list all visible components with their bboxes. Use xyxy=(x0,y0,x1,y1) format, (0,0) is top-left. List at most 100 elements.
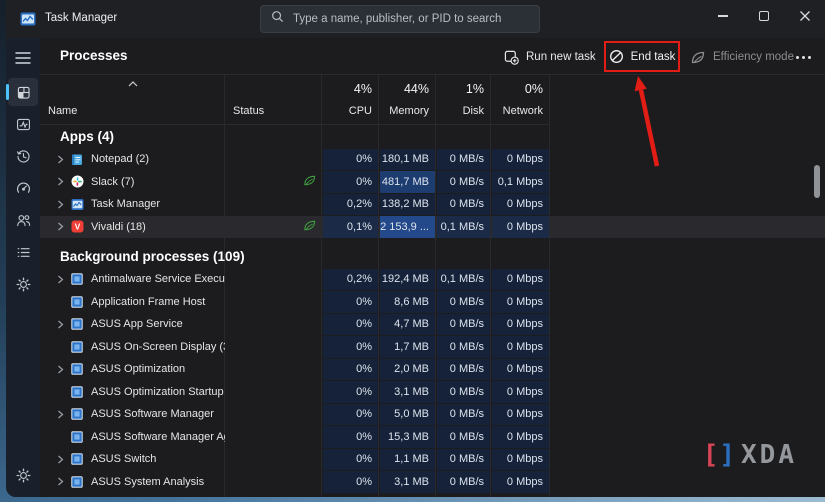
cpu-value: 0% xyxy=(323,448,378,470)
sidebar-item-app-history[interactable] xyxy=(8,142,38,170)
expand-chevron-icon[interactable] xyxy=(54,155,66,164)
scrollbar-thumb[interactable] xyxy=(814,165,820,198)
process-name: ASUS Software Manager Agent xyxy=(91,430,225,443)
sidebar-item-performance[interactable] xyxy=(8,110,38,138)
expand-chevron-icon[interactable] xyxy=(54,177,66,186)
network-value: 0 Mbps xyxy=(492,216,549,238)
process-status-cell xyxy=(225,148,322,171)
search-input[interactable] xyxy=(293,13,529,25)
xda-watermark: [ ] XDA xyxy=(703,440,797,470)
process-icon xyxy=(71,453,84,466)
new-task-icon xyxy=(504,50,519,65)
cpu-value: 0% xyxy=(323,148,378,170)
memory-value: 3,1 MB xyxy=(380,381,435,403)
process-row[interactable]: V Vivaldi (18) 0,1% 2 153,9 ... 0,1 MB/s 0 Mb… xyxy=(40,215,825,238)
process-name-cell: Slack (7) xyxy=(40,171,225,194)
efficiency-leaf-icon xyxy=(303,174,316,189)
more-options-button[interactable] xyxy=(792,47,815,67)
task-manager-icon xyxy=(71,198,84,211)
expand-chevron-icon[interactable] xyxy=(54,200,66,209)
memory-value: 4,7 MB xyxy=(380,313,435,335)
process-name: ASUS Switch xyxy=(91,453,157,466)
close-button[interactable] xyxy=(784,0,825,32)
process-row[interactable]: ASUS Optimization Startup Task0%3,1 MB0 … xyxy=(40,381,825,404)
column-header-cpu[interactable]: 4% CPU xyxy=(322,75,379,124)
row-filler xyxy=(550,171,825,194)
search-box[interactable] xyxy=(260,5,540,33)
end-task-button[interactable]: End task xyxy=(604,41,680,72)
expand-chevron-icon[interactable] xyxy=(54,320,66,329)
process-row[interactable]: Slack (7) 0% 481,7 MB 0 MB/s 0,1 Mbps xyxy=(40,171,825,194)
column-header-status[interactable]: Status xyxy=(225,75,322,124)
disk-value: 0 MB/s xyxy=(437,336,490,358)
process-row[interactable]: ASUS System Analysis 0% 3,1 MB 0 MB/s 0 Mbps xyxy=(40,471,825,494)
expand-chevron-icon[interactable] xyxy=(54,410,66,419)
maximize-button[interactable] xyxy=(743,0,784,32)
disk-value: 0,1 MB/s xyxy=(437,216,490,238)
disk-value: 0 MB/s xyxy=(437,291,490,313)
process-icon xyxy=(71,363,84,376)
cpu-value: 0,2% xyxy=(323,193,378,215)
disk-value: 0 MB/s xyxy=(437,171,490,193)
expand-chevron-icon[interactable] xyxy=(54,365,66,374)
disk-value: 0 MB/s xyxy=(437,426,490,448)
process-name: Task Manager xyxy=(91,198,161,211)
group-header[interactable]: Apps (4) xyxy=(40,125,825,148)
disk-value: 0 MB/s xyxy=(437,358,490,380)
run-new-task-button[interactable]: Run new task xyxy=(504,47,596,67)
notepad-icon xyxy=(71,153,84,166)
column-header-memory[interactable]: 44% Memory xyxy=(379,75,436,124)
column-header-disk[interactable]: 1% Disk xyxy=(436,75,491,124)
navigation-menu-button[interactable] xyxy=(8,46,38,70)
process-row[interactable]: ASUS On-Screen Display (32 b...0%1,7 MB0… xyxy=(40,336,825,359)
process-name: ASUS Software Manager xyxy=(91,408,214,421)
group-title: Apps (4) xyxy=(60,129,114,144)
process-icon xyxy=(71,475,84,488)
network-value: 0 Mbps xyxy=(492,448,549,470)
group-title: Background processes (109) xyxy=(60,248,245,264)
sort-ascending-icon xyxy=(128,78,138,90)
sidebar-item-settings[interactable] xyxy=(8,461,38,489)
svg-text:V: V xyxy=(75,222,81,232)
process-row[interactable]: Antimalware Service Executable 0,2%192,4 … xyxy=(40,268,825,291)
process-row[interactable]: ASUS Optimization 0% 2,0 MB 0 MB/s 0 Mbps xyxy=(40,358,825,381)
sidebar-item-processes[interactable] xyxy=(6,78,38,106)
network-total-usage: 0% xyxy=(524,82,543,96)
sidebar-item-users[interactable] xyxy=(8,206,38,234)
process-row[interactable]: Task Manager 0,2% 138,2 MB 0 MB/s 0 Mbps xyxy=(40,193,825,216)
sidebar-item-startup-apps[interactable] xyxy=(8,174,38,202)
process-row[interactable]: Application Frame Host 0% 8,6 MB 0 MB/s 0 Mb… xyxy=(40,291,825,314)
row-filler xyxy=(550,358,825,381)
row-filler xyxy=(550,268,825,291)
expand-chevron-icon[interactable] xyxy=(54,455,66,464)
end-task-icon xyxy=(609,50,623,63)
minimize-button[interactable] xyxy=(702,0,743,32)
network-value: 0 Mbps xyxy=(492,426,549,448)
efficiency-mode-button[interactable]: Efficiency mode xyxy=(690,47,794,67)
disk-value: 0,1 MB/s xyxy=(437,268,490,290)
network-value: 0 Mbps xyxy=(492,313,549,335)
column-header-name[interactable]: Name xyxy=(40,75,225,124)
task-manager-window: Task Manager Type a name, publisher, or … xyxy=(6,0,825,497)
sidebar-item-details[interactable] xyxy=(8,238,38,266)
group-header[interactable]: Background processes (109) xyxy=(40,244,825,268)
cpu-value: 0% xyxy=(323,291,378,313)
process-row[interactable]: ASUS Software Manager 0% 5,0 MB 0 MB/s 0 Mbp… xyxy=(40,403,825,426)
process-status-cell xyxy=(225,471,322,494)
expand-chevron-icon[interactable] xyxy=(54,275,66,284)
memory-value: 2 153,9 ... xyxy=(380,216,435,238)
expand-chevron-icon[interactable] xyxy=(54,222,66,231)
row-filler xyxy=(550,148,825,171)
process-row[interactable]: Notepad (2) 0% 180,1 MB 0 MB/s 0 Mbps xyxy=(40,148,825,171)
network-value: 0 Mbps xyxy=(492,358,549,380)
process-status-cell xyxy=(225,193,322,216)
process-row[interactable]: ASUS App Service 0% 4,7 MB 0 MB/s 0 Mbps xyxy=(40,313,825,336)
expand-chevron-icon[interactable] xyxy=(54,477,66,486)
end-task-label: End task xyxy=(630,50,676,63)
sidebar xyxy=(6,38,40,497)
column-header-network[interactable]: 0% Network xyxy=(491,75,550,124)
close-icon xyxy=(799,11,810,21)
sidebar-item-services[interactable] xyxy=(8,270,38,298)
disk-value: 0 MB/s xyxy=(437,403,490,425)
memory-value: 2,0 MB xyxy=(380,358,435,380)
